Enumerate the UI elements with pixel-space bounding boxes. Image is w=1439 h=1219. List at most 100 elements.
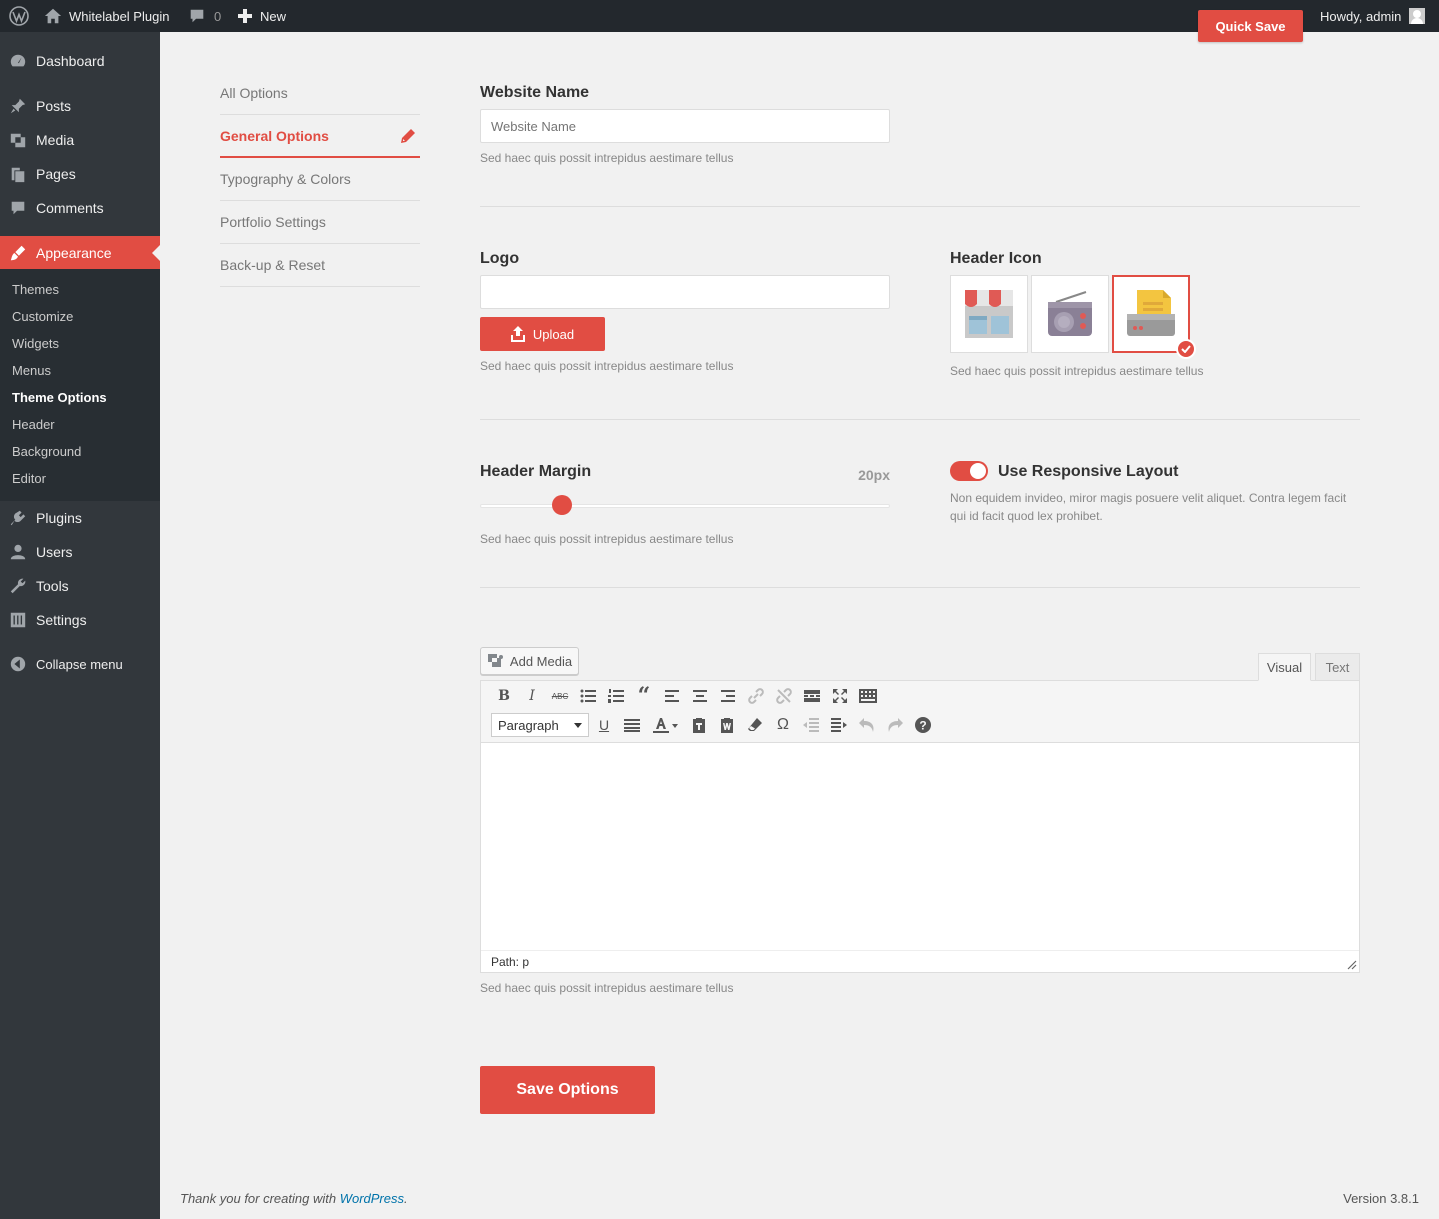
save-options-button[interactable]: Save Options [480, 1066, 655, 1114]
upload-icon [510, 326, 525, 342]
submenu-menus[interactable]: Menus [12, 357, 51, 384]
bold-button[interactable]: B [494, 686, 514, 706]
comments-link[interactable]: 0 [188, 0, 221, 32]
menu-pages[interactable]: Pages [0, 157, 160, 191]
special-character-button[interactable]: Ω [773, 715, 793, 735]
remove-link-button[interactable] [774, 686, 794, 706]
submenu-header[interactable]: Header [12, 411, 55, 438]
outdent-button[interactable] [801, 715, 821, 735]
nav-typography-colors[interactable]: Typography & Colors [220, 158, 420, 201]
greeting: Howdy, admin [1320, 8, 1402, 24]
paste-text-icon [693, 718, 705, 733]
numbered-list-icon [608, 689, 624, 703]
editor-content-area[interactable] [481, 743, 1359, 950]
menu-dashboard[interactable]: Dashboard [0, 44, 160, 78]
menu-label: Posts [36, 98, 72, 114]
wordpress-link[interactable]: WordPress [340, 1191, 404, 1206]
strikethrough-button[interactable]: ABC [550, 686, 570, 706]
resize-handle-icon[interactable] [1347, 960, 1357, 970]
add-media-button[interactable]: Add Media [480, 647, 579, 675]
menu-media[interactable]: Media [0, 123, 160, 157]
italic-button[interactable]: I [522, 686, 542, 706]
bullet-list-button[interactable] [578, 686, 598, 706]
responsive-layout-desc-line-2: qui id facit quod lex prohibet. [950, 509, 1103, 523]
media-icon [487, 654, 503, 667]
header-icon-option-radio[interactable] [1031, 275, 1109, 353]
nav-portfolio-settings[interactable]: Portfolio Settings [220, 201, 420, 244]
submenu-editor[interactable]: Editor [12, 465, 46, 492]
read-more-button[interactable] [802, 686, 822, 706]
justify-button[interactable] [622, 715, 642, 735]
my-account[interactable]: Howdy, admin [1320, 0, 1426, 32]
website-name-input[interactable] [480, 109, 890, 143]
menu-plugins[interactable]: Plugins [0, 501, 160, 535]
nav-label: Portfolio Settings [220, 214, 326, 230]
paste-text-button[interactable] [689, 715, 709, 735]
footer-period: . [404, 1191, 408, 1206]
submenu-background[interactable]: Background [12, 438, 81, 465]
website-name-label: Website Name [480, 84, 590, 101]
menu-label: Tools [36, 578, 69, 594]
fullscreen-button[interactable] [830, 686, 850, 706]
paste-word-icon [721, 718, 733, 733]
submenu-customize[interactable]: Customize [12, 303, 73, 330]
logo-label: Logo [480, 250, 520, 267]
quick-save-button[interactable]: Quick Save [1198, 10, 1303, 42]
wordpress-logo-icon[interactable] [9, 0, 29, 32]
redo-button[interactable] [885, 715, 905, 735]
tab-text[interactable]: Text [1315, 653, 1360, 681]
comment-icon [0, 199, 36, 217]
brush-icon [0, 244, 36, 262]
avatar [1409, 8, 1426, 24]
submenu-theme-options[interactable]: Theme Options [12, 384, 107, 411]
menu-appearance[interactable]: Appearance [0, 236, 160, 270]
blockquote-button[interactable]: “ [634, 683, 654, 709]
site-name-link[interactable]: Whitelabel Plugin [44, 0, 169, 32]
tab-visual[interactable]: Visual [1258, 653, 1311, 681]
align-left-button[interactable] [662, 686, 682, 706]
indent-button[interactable] [829, 715, 849, 735]
align-left-icon [665, 690, 679, 702]
header-icon-option-shop[interactable] [950, 275, 1028, 353]
comment-icon [190, 9, 204, 23]
nav-general-options[interactable]: General Options [220, 115, 420, 158]
nav-all-options[interactable]: All Options [220, 72, 420, 115]
help-button[interactable]: ? [913, 715, 933, 735]
menu-posts[interactable]: Posts [0, 89, 160, 123]
format-select[interactable]: Paragraph [491, 713, 589, 737]
media-icon [0, 131, 36, 149]
submenu-themes[interactable]: Themes [12, 276, 59, 303]
menu-settings[interactable]: Settings [0, 603, 160, 637]
clear-formatting-button[interactable] [745, 715, 765, 735]
outdent-icon [803, 718, 819, 732]
menu-label: Pages [36, 166, 76, 182]
upload-button[interactable]: Upload [480, 317, 605, 351]
undo-button[interactable] [857, 715, 877, 735]
header-icon-option-printer[interactable] [1112, 275, 1196, 359]
keyboard-icon [859, 689, 877, 703]
collapse-menu-button[interactable]: Collapse menu [0, 647, 160, 681]
header-margin-slider-track[interactable] [480, 504, 890, 508]
numbered-list-button[interactable] [606, 686, 626, 706]
logo-url-input[interactable] [480, 275, 890, 309]
header-margin-slider-handle[interactable] [552, 495, 572, 515]
undo-icon [859, 718, 874, 732]
align-center-button[interactable] [690, 686, 710, 706]
toolbar-toggle-button[interactable] [858, 686, 878, 706]
insert-link-button[interactable] [746, 686, 766, 706]
underline-button[interactable]: U [594, 715, 614, 735]
menu-users[interactable]: Users [0, 535, 160, 569]
paste-word-button[interactable] [717, 715, 737, 735]
menu-comments[interactable]: Comments [0, 191, 160, 225]
submenu-widgets[interactable]: Widgets [12, 330, 59, 357]
align-right-button[interactable] [718, 686, 738, 706]
responsive-layout-toggle[interactable] [950, 461, 988, 481]
text-color-button[interactable] [650, 715, 680, 735]
new-content-link[interactable]: New [237, 0, 286, 32]
header-margin-value: 20px [858, 467, 890, 483]
appearance-submenu: Themes Customize Widgets Menus Theme Opt… [0, 269, 160, 501]
menu-tools[interactable]: Tools [0, 569, 160, 603]
nav-backup-reset[interactable]: Back-up & Reset [220, 244, 420, 287]
editor-desc: Sed haec quis possit intrepidus aestimar… [480, 981, 734, 995]
collapse-icon [0, 655, 36, 673]
